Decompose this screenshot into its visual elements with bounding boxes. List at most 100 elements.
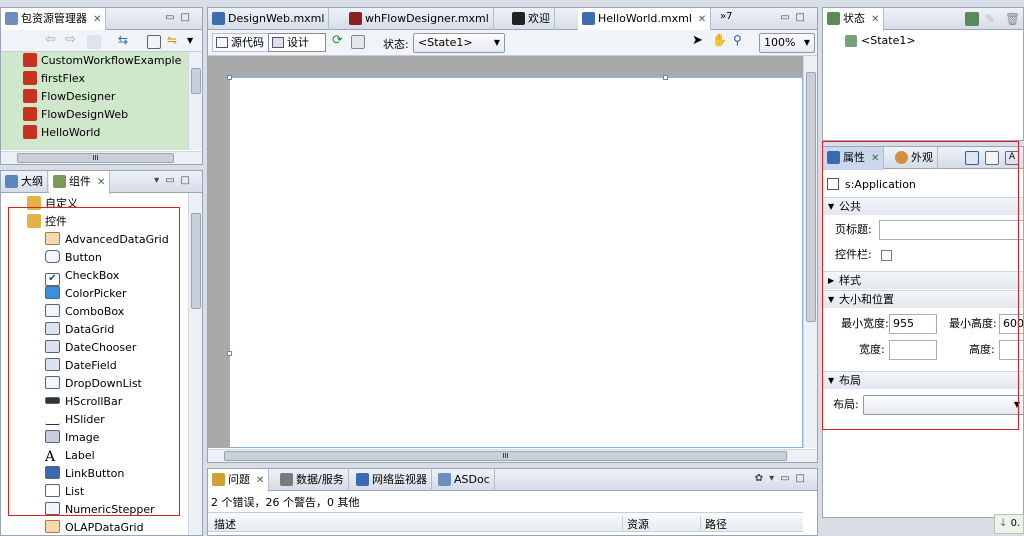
scrollbar-thumb[interactable] [191, 213, 201, 309]
folder-controls[interactable]: 控件 [1, 213, 67, 231]
close-icon[interactable]: ✕ [871, 153, 879, 164]
controlbar-checkbox[interactable] [881, 250, 892, 261]
component-item[interactable]: NumericStepper [1, 501, 155, 519]
refresh-icon[interactable]: ⟳ [332, 33, 346, 48]
column-header-resource[interactable]: 资源 [622, 516, 649, 532]
standard-view-icon[interactable] [965, 151, 979, 165]
collapse-all-icon[interactable] [147, 35, 161, 49]
component-item[interactable]: HSlider [1, 411, 105, 429]
component-item[interactable]: Image [1, 429, 99, 447]
component-item[interactable]: AdvancedDataGrid [1, 231, 169, 249]
component-item[interactable]: DataGrid [1, 321, 114, 339]
tab-asdoc[interactable]: ASDoc [434, 469, 495, 491]
forward-icon[interactable]: ⇨ [65, 32, 79, 47]
view-menu-icon[interactable]: ▼ [187, 36, 201, 50]
tab-properties[interactable]: 属性 ✕ [823, 147, 885, 170]
editor-hscroll[interactable]: III [208, 449, 817, 462]
source-mode-button[interactable]: 源代码 [212, 33, 269, 52]
tab-whflowdesigner[interactable]: whFlowDesigner.mxml [345, 8, 494, 30]
component-item[interactable]: HScrollBar [1, 393, 122, 411]
component-item[interactable]: DropDownList [1, 375, 142, 393]
zoom-select[interactable]: 100% ▼ [759, 33, 815, 53]
tab-components[interactable]: 组件 ✕ [49, 171, 111, 194]
tab-welcome[interactable]: 欢迎 [508, 8, 555, 30]
close-icon[interactable]: ✕ [97, 177, 105, 188]
folder-custom[interactable]: 自定义 [1, 195, 78, 213]
close-icon[interactable]: ✕ [93, 14, 101, 25]
component-item[interactable]: DateChooser [1, 339, 136, 357]
list-item[interactable]: FlowDesignWeb [1, 106, 128, 124]
column-header-path[interactable]: 路径 [700, 516, 727, 532]
tab-overflow[interactable]: »7 [720, 11, 732, 22]
home-icon[interactable] [87, 35, 101, 49]
component-item[interactable]: A Label [1, 447, 95, 465]
components-vscroll[interactable] [188, 193, 202, 535]
layout-select[interactable]: ▼ [863, 395, 1023, 415]
scrollbar-thumb[interactable] [806, 72, 816, 322]
application-canvas[interactable] [229, 77, 803, 448]
component-item[interactable]: OLAPDataGrid [1, 519, 144, 535]
delete-state-icon[interactable]: 🗑 [1005, 12, 1020, 26]
window-buttons[interactable]: ▾▭□ [154, 175, 196, 186]
component-item[interactable]: ColorPicker [1, 285, 126, 303]
tab-package-explorer[interactable]: 包资源管理器 ✕ [1, 8, 107, 31]
preview-icon[interactable] [351, 35, 365, 49]
tab-problems[interactable]: 问题 ✕ [208, 469, 270, 492]
tab-appearance[interactable]: 外观 [891, 147, 938, 169]
link-icon[interactable]: ⇆ [118, 33, 132, 47]
page-title-input[interactable] [879, 220, 1023, 240]
window-buttons[interactable]: ✿▾▭□ [755, 473, 811, 484]
package-explorer-hscroll[interactable]: III [1, 151, 202, 164]
tab-network-monitor[interactable]: 网络监视器 [352, 469, 432, 491]
alphabetical-view-icon[interactable]: A [1005, 151, 1019, 165]
category-view-icon[interactable] [985, 151, 999, 165]
resize-handle[interactable] [227, 351, 232, 356]
window-buttons[interactable]: ▭□ [165, 12, 196, 23]
component-item[interactable]: DateField [1, 357, 117, 375]
resize-handle[interactable] [227, 75, 232, 80]
list-item[interactable]: CustomWorkflowExample [1, 52, 181, 70]
state-select[interactable]: <State1> ▼ [413, 33, 505, 53]
list-item[interactable]: HelloWorld [1, 124, 100, 142]
list-item[interactable]: <State1> [823, 32, 916, 50]
component-item[interactable]: ✔ CheckBox [1, 267, 119, 286]
tab-outline[interactable]: 大纲 [1, 171, 48, 193]
component-item[interactable]: Button [1, 249, 102, 267]
new-state-icon[interactable] [965, 12, 979, 26]
component-item[interactable]: ComboBox [1, 303, 124, 321]
pointer-icon[interactable]: ➤ [692, 33, 706, 48]
zoom-icon[interactable]: ⚲ [733, 33, 747, 47]
close-icon[interactable]: ✕ [698, 14, 706, 25]
section-style[interactable]: ▶ 样式 [823, 271, 1023, 289]
package-explorer-vscroll[interactable] [188, 52, 202, 150]
edit-state-icon[interactable]: ✎ [985, 12, 999, 26]
window-buttons[interactable]: ▭□ [780, 12, 811, 23]
section-common[interactable]: ▼ 公共 [823, 197, 1023, 215]
close-icon[interactable]: ✕ [256, 475, 264, 486]
close-icon[interactable]: ✕ [871, 14, 879, 25]
editor-vscroll[interactable] [803, 56, 817, 448]
resize-handle[interactable] [663, 75, 668, 80]
tab-data-services[interactable]: 数据/服务 [276, 469, 349, 491]
section-layout[interactable]: ▼ 布局 [823, 371, 1023, 389]
scrollbar-thumb[interactable] [191, 68, 201, 94]
design-mode-button[interactable]: 设计 [268, 33, 326, 52]
min-width-input[interactable]: 955 [889, 314, 937, 334]
sync-icon[interactable]: ⇋ [167, 33, 181, 47]
section-size-position[interactable]: ▼ 大小和位置 [823, 290, 1023, 308]
tab-helloworld[interactable]: HelloWorld.mxml ✕ [578, 8, 712, 31]
back-icon[interactable]: ⇦ [45, 32, 59, 47]
scrollbar-thumb[interactable]: III [224, 451, 787, 461]
tab-states[interactable]: 状态 ✕ [823, 8, 885, 31]
list-item[interactable]: firstFlex [1, 70, 85, 88]
hand-icon[interactable]: ✋ [712, 33, 727, 47]
component-item[interactable]: LinkButton [1, 465, 124, 483]
component-item[interactable]: List [1, 483, 84, 501]
min-height-input[interactable]: 600 [999, 314, 1023, 334]
width-input[interactable] [889, 340, 937, 360]
list-item[interactable]: FlowDesigner [1, 88, 115, 106]
column-header-description[interactable]: 描述 [214, 516, 236, 532]
height-input[interactable] [999, 340, 1023, 360]
tab-designweb[interactable]: DesignWeb.mxml [208, 8, 330, 30]
scrollbar-thumb[interactable]: III [17, 153, 174, 163]
